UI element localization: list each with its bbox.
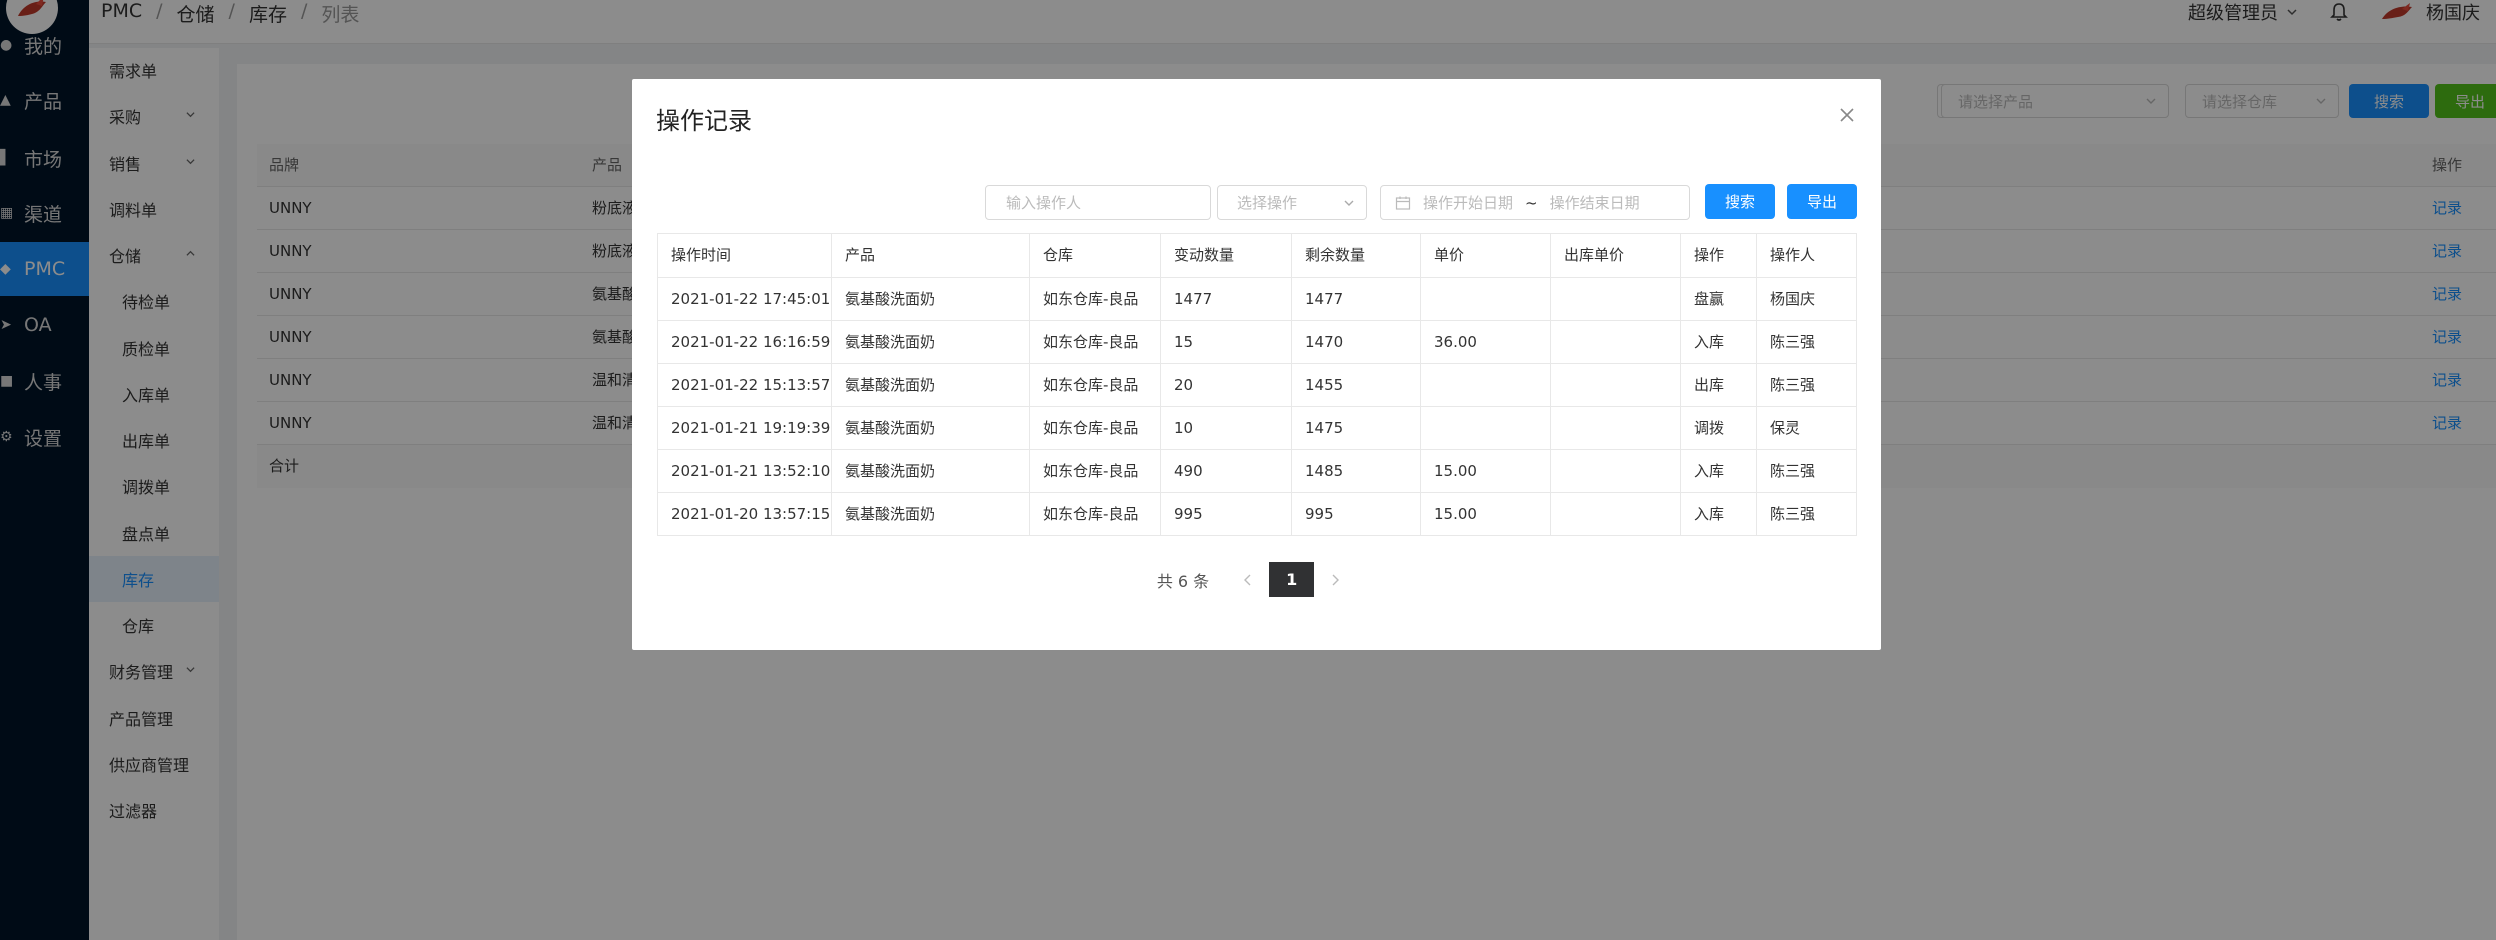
col-unit-price-header: 单价 [1421, 234, 1551, 277]
col-outbound-price [1551, 450, 1681, 493]
col-operation-time: 2021-01-21 19:19:39 [658, 407, 832, 450]
col-remaining-qty: 1477 [1292, 278, 1421, 321]
end-date-input[interactable]: 操作结束日期 [1550, 192, 1640, 213]
close-icon[interactable] [1839, 107, 1855, 123]
col-operation-time: 2021-01-20 13:57:15 [658, 493, 832, 536]
col-change-qty-header: 变动数量 [1161, 234, 1292, 277]
modal-search-button[interactable]: 搜索 [1705, 184, 1775, 219]
col-warehouse: 如东仓库-良品 [1030, 278, 1161, 321]
col-unit-price: 36.00 [1421, 321, 1551, 364]
col-outbound-price-header: 出库单价 [1551, 234, 1681, 277]
col-outbound-price [1551, 321, 1681, 364]
col-unit-price [1421, 278, 1551, 321]
operation-select[interactable]: 选择操作 [1217, 185, 1367, 220]
col-operator: 陈三强 [1770, 376, 1816, 394]
modal-title: 操作记录 [656, 107, 752, 135]
col-outbound-price [1551, 407, 1681, 450]
table-row: 2021-01-22 15:13:57 氨基酸洗面奶 如东仓库-良品 20 1455 出库… [658, 363, 1856, 407]
page-number-1[interactable]: 1 [1269, 562, 1315, 597]
table-row: 2021-01-22 16:16:59 氨基酸洗面奶 如东仓库-良品 15 1470 36… [658, 320, 1856, 364]
col-operator: 杨国庆 [1770, 290, 1816, 308]
col-operation-time-header: 操作时间 [658, 234, 832, 277]
col-outbound-price [1551, 493, 1681, 536]
col-unit-price: 15.00 [1421, 450, 1551, 493]
operator-input[interactable]: 输入操作人 [985, 185, 1211, 220]
col-operation-time: 2021-01-22 16:16:59 [658, 321, 832, 364]
chevron-down-icon [1344, 200, 1354, 206]
pagination-total: 共 6 条 [1156, 571, 1210, 591]
col-remaining-qty: 1475 [1292, 407, 1421, 450]
col-product: 氨基酸洗面奶 [832, 493, 1030, 536]
col-remaining-qty-header: 剩余数量 [1292, 234, 1421, 277]
col-change-qty: 20 [1161, 364, 1292, 407]
col-operator: 陈三强 [1770, 505, 1816, 523]
col-operation: 入库 [1681, 493, 1757, 536]
col-unit-price [1421, 407, 1551, 450]
col-warehouse: 如东仓库-良品 [1030, 321, 1161, 364]
col-product: 氨基酸洗面奶 [832, 450, 1030, 493]
col-warehouse: 如东仓库-良品 [1030, 493, 1161, 536]
col-unit-price: 15.00 [1421, 493, 1551, 536]
col-outbound-price [1551, 364, 1681, 407]
col-operation-time: 2021-01-21 13:52:10 [658, 450, 832, 493]
col-product: 氨基酸洗面奶 [832, 364, 1030, 407]
operation-log-table: 操作时间 产品 仓库 变动数量 剩余数量 单价 出库单价 操作 操作人 2021-01-22 17… [657, 233, 1857, 536]
table-row: 2021-01-21 13:52:10 氨基酸洗面奶 如东仓库-良品 490 1485 1… [658, 449, 1856, 493]
col-remaining-qty: 1485 [1292, 450, 1421, 493]
col-operation: 入库 [1681, 321, 1757, 364]
col-warehouse: 如东仓库-良品 [1030, 450, 1161, 493]
col-operation: 盘赢 [1681, 278, 1757, 321]
col-remaining-qty: 995 [1292, 493, 1421, 536]
chevron-left-icon[interactable] [1243, 573, 1253, 587]
col-warehouse-header: 仓库 [1030, 234, 1161, 277]
col-operator-header: 操作人 [1770, 246, 1816, 264]
operation-log-modal: 操作记录 输入操作人 选择操作 操作开始日期 ~ 操作结束日期 搜索 导出 操作… [632, 79, 1881, 650]
col-remaining-qty: 1455 [1292, 364, 1421, 407]
col-change-qty: 1477 [1161, 278, 1292, 321]
col-outbound-price [1551, 278, 1681, 321]
col-operation-time: 2021-01-22 17:45:01 [658, 278, 832, 321]
col-operator: 保灵 [1770, 419, 1801, 437]
table-row: 2021-01-22 17:45:01 氨基酸洗面奶 如东仓库-良品 1477 1477… [658, 277, 1856, 321]
col-change-qty: 490 [1161, 450, 1292, 493]
col-operation: 入库 [1681, 450, 1757, 493]
col-product-header: 产品 [832, 234, 1030, 277]
chevron-right-icon[interactable] [1330, 573, 1340, 587]
col-operation: 调拨 [1681, 407, 1757, 450]
calendar-icon [1395, 196, 1411, 210]
col-operator: 陈三强 [1770, 333, 1816, 351]
col-product: 氨基酸洗面奶 [832, 407, 1030, 450]
col-change-qty: 995 [1161, 493, 1292, 536]
col-product: 氨基酸洗面奶 [832, 321, 1030, 364]
col-remaining-qty: 1470 [1292, 321, 1421, 364]
range-separator: ~ [1525, 193, 1538, 212]
col-operation-header: 操作 [1681, 234, 1757, 277]
table-header: 操作时间 产品 仓库 变动数量 剩余数量 单价 出库单价 操作 操作人 [658, 234, 1856, 277]
modal-export-button[interactable]: 导出 [1787, 184, 1857, 219]
col-warehouse: 如东仓库-良品 [1030, 407, 1161, 450]
col-change-qty: 10 [1161, 407, 1292, 450]
date-range-picker[interactable]: 操作开始日期 ~ 操作结束日期 [1380, 185, 1690, 220]
col-warehouse: 如东仓库-良品 [1030, 364, 1161, 407]
col-operation-time: 2021-01-22 15:13:57 [658, 364, 832, 407]
col-operation: 出库 [1681, 364, 1757, 407]
table-row: 2021-01-20 13:57:15 氨基酸洗面奶 如东仓库-良品 995 995 15… [658, 492, 1856, 536]
col-change-qty: 15 [1161, 321, 1292, 364]
pagination: 共 6 条 1 [632, 562, 1881, 597]
table-row: 2021-01-21 19:19:39 氨基酸洗面奶 如东仓库-良品 10 1475 调拨… [658, 406, 1856, 450]
start-date-input[interactable]: 操作开始日期 [1423, 192, 1513, 213]
col-unit-price [1421, 364, 1551, 407]
col-product: 氨基酸洗面奶 [832, 278, 1030, 321]
operation-select-placeholder: 选择操作 [1237, 194, 1298, 212]
operator-input-placeholder: 输入操作人 [1006, 194, 1082, 212]
col-operator: 陈三强 [1770, 462, 1816, 480]
